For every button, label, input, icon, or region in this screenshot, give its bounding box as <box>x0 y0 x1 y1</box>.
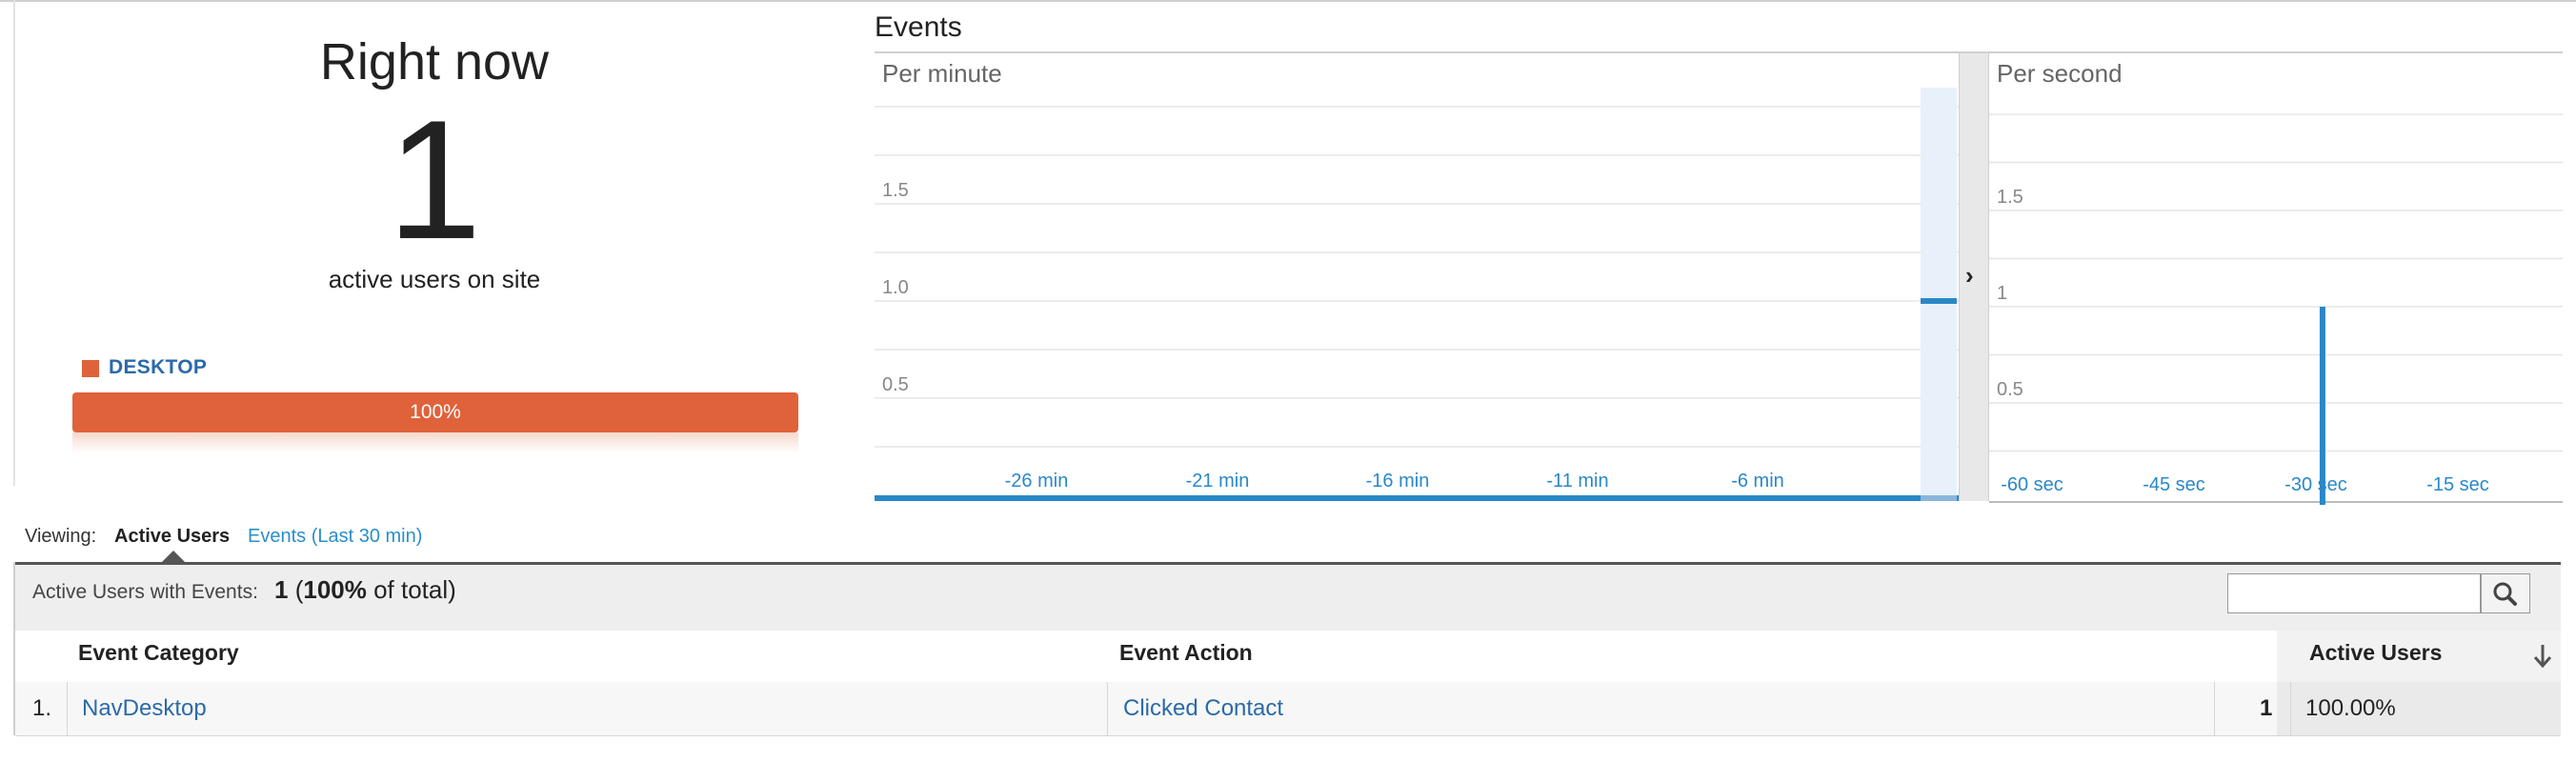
per-second-chart: Per second 0.5 1 1.5 -60 sec -45 sec -30 sec… <box>1989 59 2563 505</box>
cell-divider <box>1107 682 1108 735</box>
per-minute-title: Per minute <box>882 59 1002 88</box>
chevron-right-icon: › <box>1965 261 1974 290</box>
event-action-link[interactable]: Clicked Contact <box>1123 695 1283 722</box>
right-now-title: Right now <box>319 33 550 90</box>
table-row <box>15 682 2561 736</box>
desktop-legend-swatch <box>82 360 99 377</box>
y-tick-label: 1.5 <box>1997 187 2023 208</box>
y-tick-label: 0.5 <box>1997 379 2023 400</box>
y-tick-label: 1.0 <box>882 277 909 298</box>
viewing-label: Viewing: <box>25 526 97 547</box>
desktop-share-bar[interactable]: 100% <box>72 392 798 432</box>
x-tick-label: -26 min <box>1005 471 1069 491</box>
x-tick-label: -6 min <box>1731 471 1784 491</box>
y-tick-label: 0.5 <box>882 374 909 395</box>
highlighted-column <box>1921 88 1957 495</box>
x-tick-label: -16 min <box>1366 471 1430 491</box>
event-category-link[interactable]: NavDesktop <box>82 695 207 722</box>
tab-active-users[interactable]: Active Users <box>114 526 230 548</box>
column-header-event-category[interactable]: Event Category <box>78 640 239 666</box>
search-button[interactable] <box>2481 573 2530 613</box>
y-tick-label: 1.5 <box>882 180 909 201</box>
x-tick-label: -30 sec <box>2284 474 2347 495</box>
top-border <box>0 0 2576 2</box>
bar[interactable] <box>2319 307 2325 505</box>
active-users-count-cell: 1 <box>2260 695 2273 721</box>
desktop-legend-label: DESKTOP <box>109 356 208 378</box>
search-icon <box>2493 582 2517 606</box>
cell-divider <box>2290 682 2291 735</box>
bar-base <box>1921 495 1957 501</box>
sort-descending-icon[interactable] <box>2530 642 2555 671</box>
table-header-row <box>15 631 2561 684</box>
summary-label: Active Users with Events: <box>32 581 258 603</box>
x-tick-label: -60 sec <box>2001 474 2063 495</box>
y-tick-label: 1 <box>1997 283 2007 304</box>
bar-value-marker[interactable] <box>1921 298 1957 304</box>
column-header-active-users[interactable]: Active Users <box>2309 640 2442 666</box>
events-title: Events <box>875 11 962 43</box>
table-search-input[interactable] <box>2227 573 2481 613</box>
desktop-bar-reflection <box>72 432 798 453</box>
x-tick-label: -21 min <box>1186 471 1250 491</box>
x-tick-label: -45 sec <box>2143 474 2205 495</box>
active-users-count: 1 <box>387 85 482 274</box>
column-header-event-action[interactable]: Event Action <box>1119 640 1253 666</box>
expand-per-second-toggle[interactable]: › <box>1959 53 1989 501</box>
active-tab-indicator <box>162 551 185 562</box>
summary-value: 1 (100% of total) <box>274 575 456 605</box>
summary-percent: 100% <box>303 575 367 604</box>
summary-tail: of total) <box>366 575 456 604</box>
per-minute-chart: Per minute 0.5 1.0 1.5 -26 min -21 min -16 m… <box>875 59 1959 501</box>
active-users-caption: active users on site <box>328 265 541 293</box>
x-tick-label: -11 min <box>1546 471 1608 491</box>
x-tick-label: -15 sec <box>2426 474 2489 495</box>
desktop-share-percent: 100% <box>410 401 461 423</box>
summary-count: 1 <box>274 575 289 604</box>
summary-paren: ( <box>288 575 304 604</box>
per-second-title: Per second <box>1997 59 2123 88</box>
active-users-percent-cell: 100.00% <box>2305 695 2396 721</box>
cell-divider <box>67 682 68 735</box>
row-index: 1. <box>32 695 52 721</box>
cell-divider <box>2214 682 2215 735</box>
tab-events-last-30-min[interactable]: Events (Last 30 min) <box>248 526 422 548</box>
